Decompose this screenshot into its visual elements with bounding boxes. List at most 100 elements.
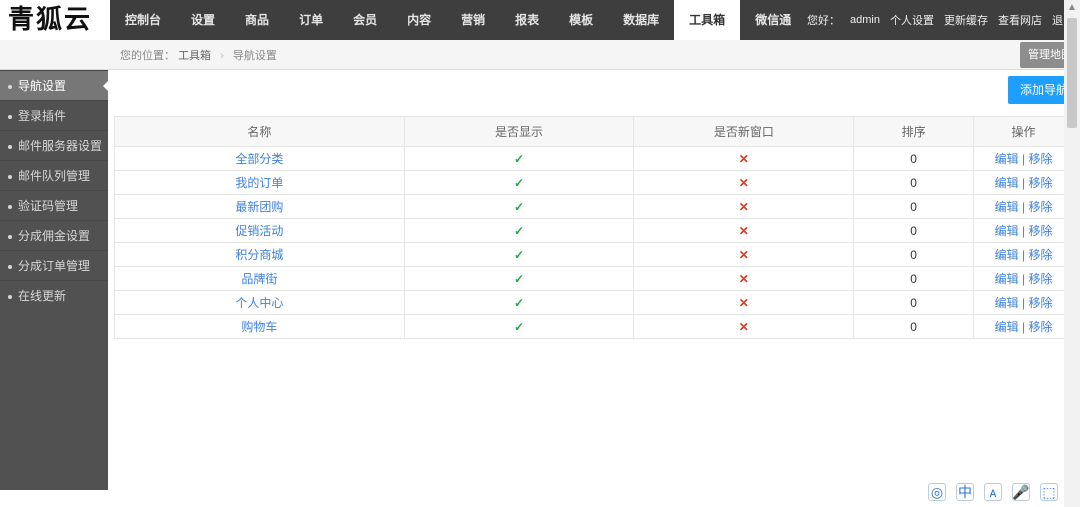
nav-item-2[interactable]: 商品 [230,0,284,40]
ime-icon-2[interactable]: ᴀ [984,483,1002,501]
row-name[interactable]: 我的订单 [235,176,283,190]
mic-icon[interactable]: 🎤 [1012,483,1030,501]
row-name[interactable]: 品牌街 [241,272,277,286]
nav-item-7[interactable]: 报表 [500,0,554,40]
nav-item-3[interactable]: 订单 [284,0,338,40]
edit-button[interactable]: 编辑 [995,200,1019,214]
nav-item-5[interactable]: 内容 [392,0,446,40]
check-icon: ✓ [514,152,524,166]
topright-link-2[interactable]: 查看网店 [998,12,1042,28]
table-row: 最新团购✓✕0编辑 | 移除 [115,195,1074,219]
op-separator: | [1019,296,1029,310]
grid-icon[interactable]: ⬚ [1040,483,1058,501]
table-head-row: 名称是否显示是否新窗口排序操作 [115,117,1074,147]
col-header-4: 操作 [974,117,1074,147]
sidebar: 导航设置登录插件邮件服务器设置邮件队列管理验证码管理分成佣金设置分成订单管理在线… [0,70,108,490]
sort-value: 0 [854,291,974,315]
nav-item-0[interactable]: 控制台 [110,0,176,40]
sidebar-item-3[interactable]: 邮件队列管理 [0,160,108,190]
table-row: 我的订单✓✕0编辑 | 移除 [115,171,1074,195]
topbar: 青狐云 控制台设置商品订单会员内容营销报表模板数据库工具箱微信通 您好： adm… [0,0,1080,40]
remove-button[interactable]: 移除 [1028,272,1052,286]
remove-button[interactable]: 移除 [1028,176,1052,190]
remove-button[interactable]: 移除 [1028,320,1052,334]
row-name[interactable]: 个人中心 [235,296,283,310]
nav-item-6[interactable]: 营销 [446,0,500,40]
remove-button[interactable]: 移除 [1028,296,1052,310]
nav-item-8[interactable]: 模板 [554,0,608,40]
ime-icon-1[interactable]: 中 [956,483,974,501]
op-separator: | [1019,200,1029,214]
row-name[interactable]: 购物车 [241,320,277,334]
col-header-1: 是否显示 [404,117,634,147]
cross-icon: ✕ [739,320,749,334]
row-name[interactable]: 最新团购 [235,200,283,214]
breadcrumb-1[interactable]: 工具箱 [178,50,211,62]
op-separator: | [1019,224,1029,238]
scroll-thumb[interactable] [1067,18,1077,128]
nav-item-1[interactable]: 设置 [176,0,230,40]
greeting: 您好： [807,12,840,28]
col-header-2: 是否新窗口 [634,117,854,147]
edit-button[interactable]: 编辑 [995,152,1019,166]
remove-button[interactable]: 移除 [1028,152,1052,166]
cross-icon: ✕ [739,248,749,262]
ime-status-tray: ◎ 中 ᴀ 🎤 ⬚ [928,483,1058,501]
sidebar-item-4[interactable]: 验证码管理 [0,190,108,220]
sidebar-item-6[interactable]: 分成订单管理 [0,250,108,280]
row-name[interactable]: 积分商城 [235,248,283,262]
table-row: 个人中心 ✓ ✕ 0 编辑 | 移除 [115,291,1074,315]
brand-logo: 青狐云 [0,0,110,40]
cross-icon: ✕ [739,296,749,310]
nav-item-10[interactable]: 工具箱 [674,0,740,40]
edit-button[interactable]: 编辑 [995,224,1019,238]
edit-button[interactable]: 编辑 [995,272,1019,286]
topright-link-0[interactable]: 个人设置 [890,12,934,28]
nav-item-11[interactable]: 微信通 [740,0,806,40]
user-name[interactable]: admin [850,14,880,26]
breadcrumb-2: 导航设置 [233,50,277,62]
nav-table: 名称是否显示是否新窗口排序操作 全部分类✓✕0编辑 | 移除我的订单✓✕0编辑 … [114,116,1074,339]
row-name[interactable]: 促销活动 [235,224,283,238]
breadcrumb-prefix: 您的位置： [120,50,175,62]
sidebar-item-0[interactable]: 导航设置 [0,70,108,100]
table-row: 积分商城✓✕0编辑 | 移除 [115,243,1074,267]
edit-button[interactable]: 编辑 [995,176,1019,190]
sidebar-item-7[interactable]: 在线更新 [0,280,108,310]
remove-button[interactable]: 移除 [1028,224,1052,238]
remove-button[interactable]: 移除 [1028,248,1052,262]
row-name[interactable]: 全部分类 [235,152,283,166]
topright-link-1[interactable]: 更新缓存 [944,12,988,28]
cross-icon: ✕ [739,200,749,214]
nav-item-9[interactable]: 数据库 [608,0,674,40]
check-icon: ✓ [514,320,524,334]
cross-icon: ✕ [739,152,749,166]
col-header-3: 排序 [854,117,974,147]
sort-value: 0 [854,315,974,339]
sort-value: 0 [854,219,974,243]
topright: 您好： admin 个人设置 更新缓存 查看网店 退出 [807,0,1080,40]
op-separator: | [1019,152,1029,166]
check-icon: ✓ [514,224,524,238]
edit-button[interactable]: 编辑 [995,248,1019,262]
sort-value: 0 [854,267,974,291]
nav-item-4[interactable]: 会员 [338,0,392,40]
check-icon: ✓ [514,296,524,310]
check-icon: ✓ [514,272,524,286]
edit-button[interactable]: 编辑 [995,296,1019,310]
table-row: 购物车✓✕0编辑 | 移除 [115,315,1074,339]
sidebar-item-5[interactable]: 分成佣金设置 [0,220,108,250]
col-header-0: 名称 [115,117,405,147]
main-content: 添加导航 名称是否显示是否新窗口排序操作 全部分类✓✕0编辑 | 移除我的订单✓… [108,70,1080,490]
check-icon: ✓ [514,248,524,262]
breadcrumb: 您的位置： 工具箱 › 导航设置 管理地图 [0,40,1080,70]
op-separator: | [1019,272,1029,286]
ime-icon-0[interactable]: ◎ [928,483,946,501]
edit-button[interactable]: 编辑 [995,320,1019,334]
table-row: 促销活动✓✕0编辑 | 移除 [115,219,1074,243]
scroll-up-icon[interactable]: ▲ [1064,0,1080,16]
sidebar-item-2[interactable]: 邮件服务器设置 [0,130,108,160]
sidebar-item-1[interactable]: 登录插件 [0,100,108,130]
scrollbar[interactable]: ▲ [1064,0,1080,507]
remove-button[interactable]: 移除 [1028,200,1052,214]
